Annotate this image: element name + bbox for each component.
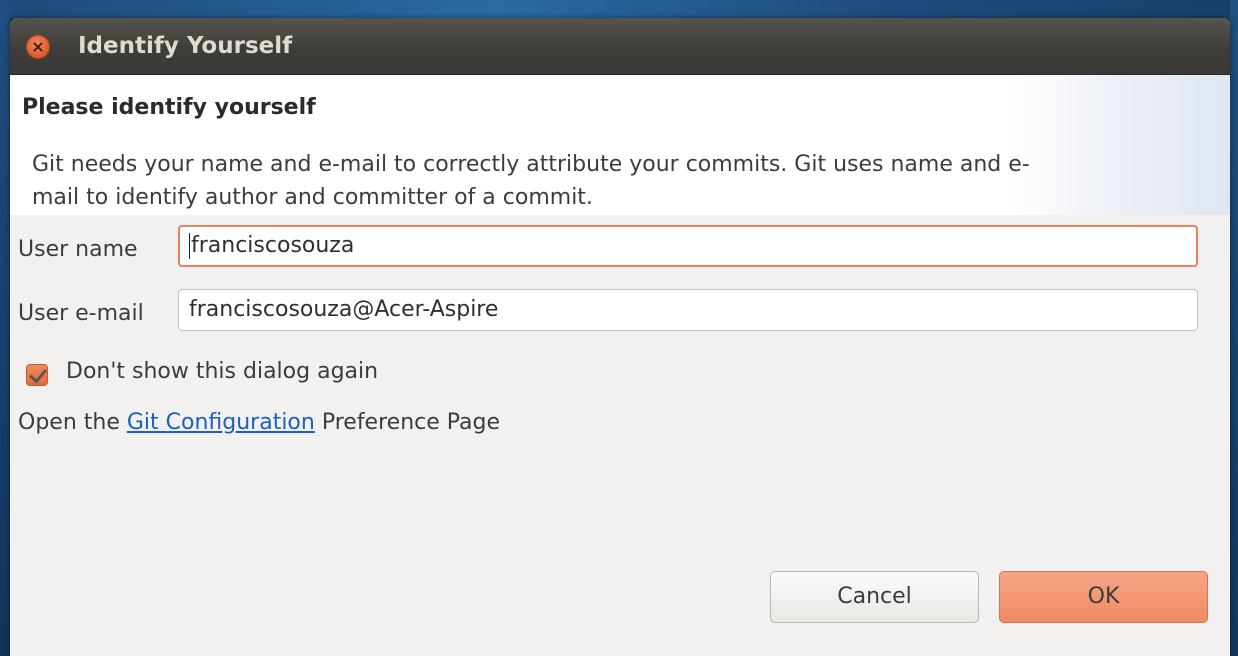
close-icon[interactable]: [26, 35, 50, 59]
preference-prefix: Open the: [18, 410, 127, 435]
desktop-background-top: [0, 0, 1238, 18]
header-banner: Please identify yourself Git needs your …: [10, 75, 1230, 215]
banner-description: Git needs your name and e-mail to correc…: [32, 152, 1030, 210]
dont-show-label[interactable]: Don't show this dialog again: [66, 359, 378, 384]
desktop-background-right: [1230, 0, 1238, 656]
preference-link-row: Open the Git Configuration Preference Pa…: [18, 410, 500, 435]
email-label: User e-mail: [18, 301, 144, 326]
email-value: franciscosouza@Acer-Aspire: [189, 297, 499, 322]
banner-heading: Please identify yourself: [22, 95, 316, 120]
text-caret: [189, 233, 190, 259]
desktop-background-left: [0, 0, 10, 656]
username-value: franciscosouza: [191, 233, 355, 258]
username-label: User name: [18, 237, 138, 262]
username-input[interactable]: franciscosouza: [178, 225, 1198, 267]
identify-dialog: Identify Yourself Please identify yourse…: [10, 18, 1230, 656]
dont-show-checkbox[interactable]: [26, 364, 48, 386]
email-input[interactable]: franciscosouza@Acer-Aspire: [178, 289, 1198, 331]
git-configuration-link[interactable]: Git Configuration: [127, 410, 315, 435]
preference-suffix: Preference Page: [314, 410, 501, 435]
window-title: Identify Yourself: [78, 33, 293, 59]
ok-button[interactable]: OK: [999, 571, 1208, 623]
cancel-button[interactable]: Cancel: [770, 571, 979, 623]
titlebar: Identify Yourself: [10, 18, 1230, 75]
